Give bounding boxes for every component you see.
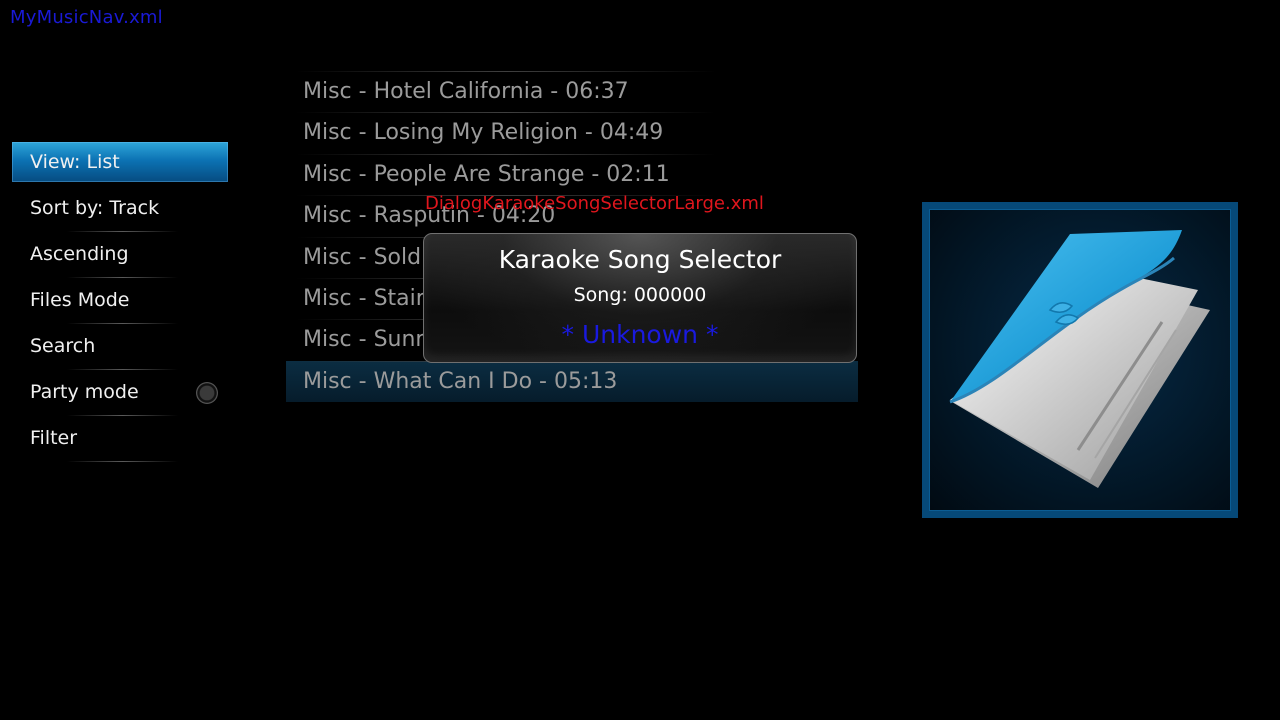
side-item-order[interactable]: Ascending	[12, 234, 228, 278]
song-list-item[interactable]: Misc - Losing My Religion - 04:49	[286, 112, 858, 153]
side-item-label: Ascending	[30, 243, 129, 265]
side-item-search[interactable]: Search	[12, 326, 228, 370]
side-item-files-mode[interactable]: Files Mode	[12, 280, 228, 324]
side-menu: View: List Sort by: Track Ascending File…	[12, 142, 228, 464]
window-title: MyMusicNav.xml	[10, 7, 163, 28]
karaoke-song-selector-dialog: Karaoke Song Selector Song: 000000 * Unk…	[423, 233, 857, 363]
side-item-label: Search	[30, 335, 96, 357]
thumbnail	[929, 209, 1231, 511]
side-item-label: Filter	[30, 427, 78, 449]
party-mode-toggle-icon[interactable]	[196, 382, 218, 404]
dialog-title: Karaoke Song Selector	[498, 245, 782, 274]
song-list-item-focused[interactable]: Misc - What Can I Do - 05:13	[286, 360, 858, 403]
dialog-song-number: Song: 000000	[573, 284, 707, 306]
thumbnail-frame	[922, 202, 1238, 518]
side-item-view[interactable]: View: List	[12, 142, 228, 182]
side-item-party-mode[interactable]: Party mode	[12, 372, 228, 416]
side-item-label: Sort by: Track	[30, 197, 160, 219]
side-item-label: Party mode	[30, 381, 139, 403]
side-item-label: View: List	[30, 151, 120, 173]
screen: MyMusicNav.xml View: List Sort by: Track…	[0, 0, 1280, 720]
songbook-icon	[949, 230, 1210, 488]
song-list-item[interactable]: Misc - People Are Strange - 02:11	[286, 153, 858, 195]
side-item-label: Files Mode	[30, 289, 130, 311]
dialog-song-status: * Unknown *	[561, 320, 719, 349]
song-list-item[interactable]: Misc - Hotel California - 06:37	[286, 71, 858, 112]
side-item-filter[interactable]: Filter	[12, 418, 228, 462]
dialog-file-label: DialogKaraokeSongSelectorLarge.xml	[425, 193, 764, 214]
side-item-sort[interactable]: Sort by: Track	[12, 188, 228, 232]
